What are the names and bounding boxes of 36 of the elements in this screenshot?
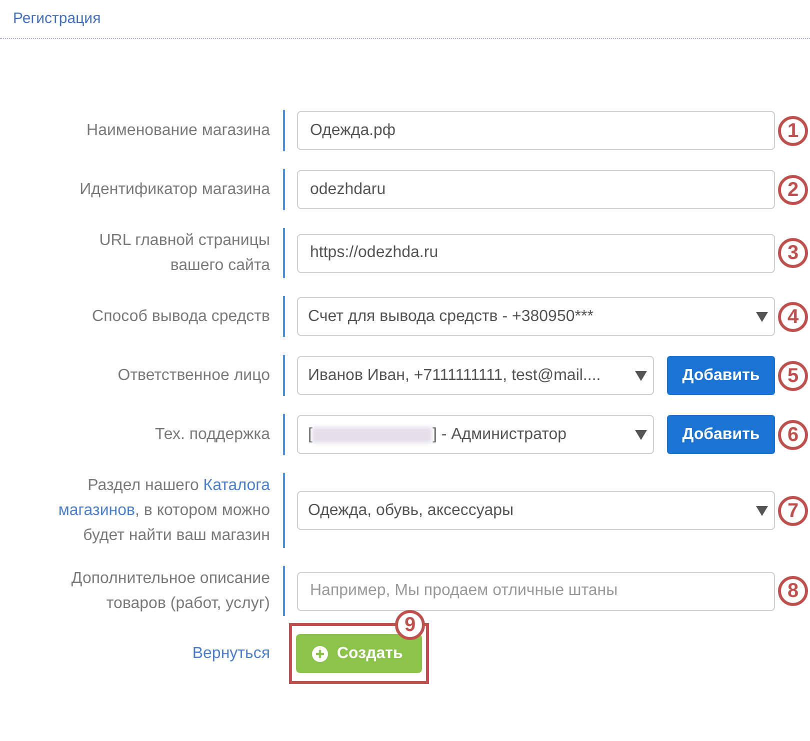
catalog-link[interactable]: магазинов [58, 502, 135, 519]
step-number-badge: 8 [778, 576, 808, 606]
field-label: Раздел нашего Каталога магазинов, в котором можно будет найти ваш магазин [57, 476, 270, 546]
text-field[interactable]: https://odezhda.ru [297, 234, 775, 272]
step-number-badge: 9 [395, 610, 425, 640]
field-label: Тех. поддержка [155, 425, 270, 445]
step-number-badge: 2 [778, 174, 808, 204]
step-number-badge: 4 [778, 302, 808, 332]
back-link[interactable]: Вернуться [192, 644, 270, 662]
dropdown-arrow-icon [635, 430, 647, 440]
step-number-badge: 5 [778, 360, 808, 390]
text-field[interactable]: Например, Мы продаем отличные штаны [297, 572, 775, 610]
dropdown-arrow-icon [756, 312, 768, 322]
field-label: Наименование магазина [86, 121, 270, 141]
field-label: Дополнительное описание товаров (работ, услуг) [70, 569, 270, 614]
step-number-badge: 1 [778, 116, 808, 146]
text-field[interactable]: Одежда.рф [297, 111, 775, 150]
catalog-link[interactable]: Каталога [203, 477, 270, 494]
add-button[interactable]: Добавить [667, 356, 775, 395]
field-label: Идентификатор магазина [80, 180, 270, 200]
page-title: Регистрация [13, 10, 101, 27]
dropdown[interactable]: [ ] - Администратор [297, 415, 654, 454]
add-button[interactable]: Добавить [667, 415, 775, 454]
field-label: Способ вывода средств [92, 307, 270, 327]
dropdown[interactable]: Счет для вывода средств - +380950*** [297, 297, 775, 336]
step-number-badge: 6 [778, 420, 808, 450]
text-field[interactable]: odezhdaru [297, 170, 775, 209]
dropdown-arrow-icon [635, 370, 647, 380]
plus-circle-icon [312, 646, 328, 662]
dropdown-arrow-icon [756, 506, 768, 516]
dropdown[interactable]: Одежда, обувь, аксессуары [297, 491, 775, 530]
step-number-badge: 7 [778, 496, 808, 526]
dropdown[interactable]: Иванов Иван, +7111111111, test@mail.... [297, 356, 654, 395]
field-label: URL главной страницы вашего сайта [98, 231, 270, 276]
field-label: Ответственное лицо [118, 366, 270, 386]
step-number-badge: 3 [778, 238, 808, 268]
